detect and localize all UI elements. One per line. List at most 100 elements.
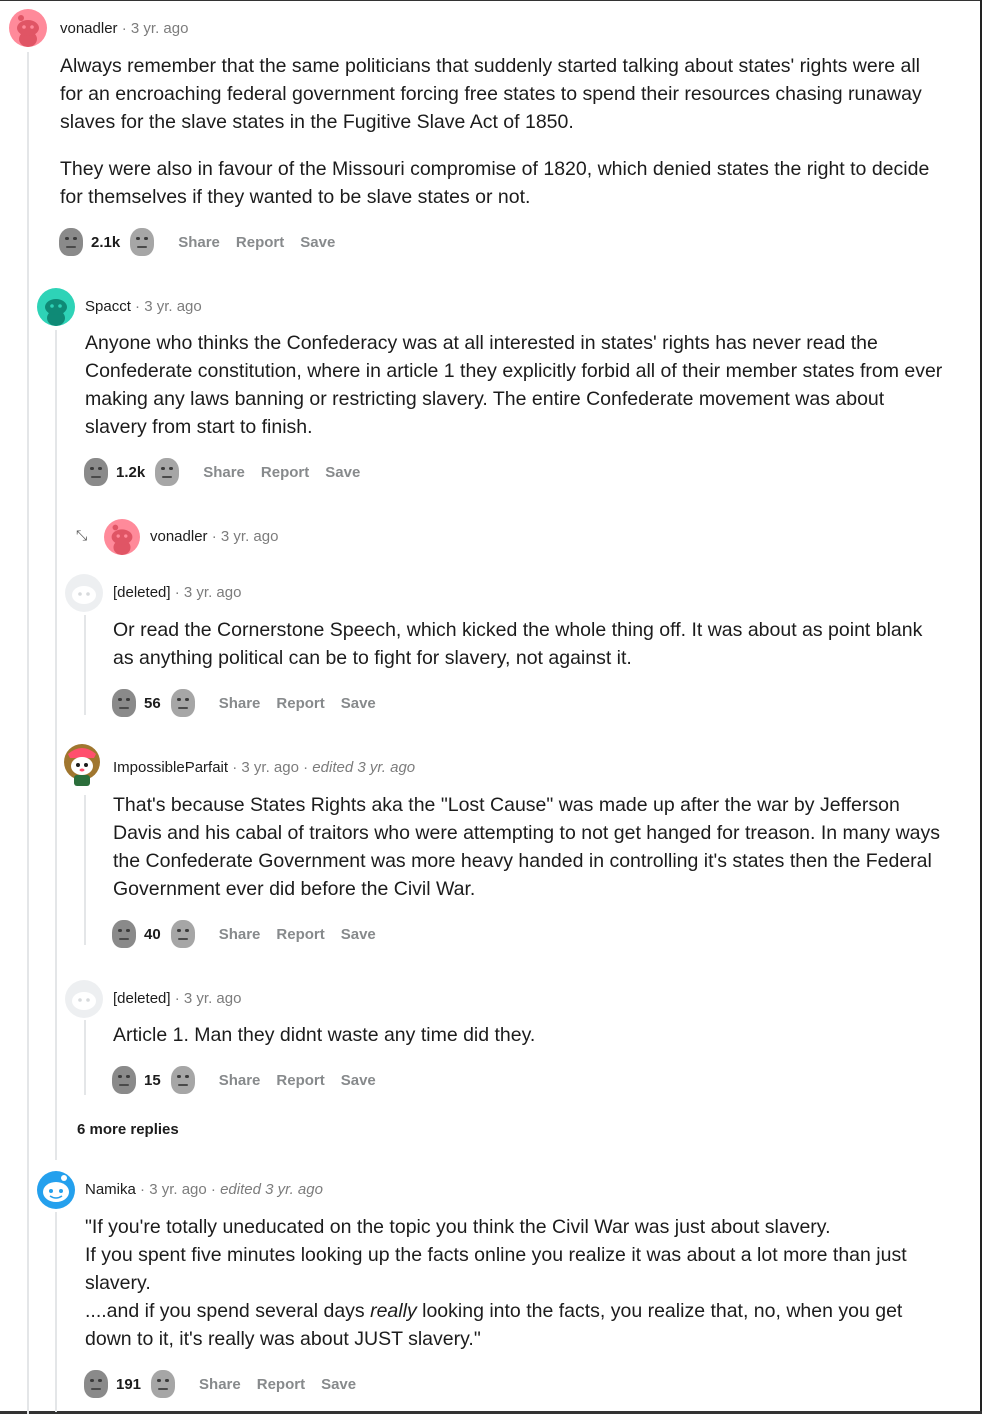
- save-button[interactable]: Save: [341, 695, 376, 712]
- comment-body: Always remember that the same politician…: [60, 52, 940, 211]
- timestamp[interactable]: 3 yr. ago: [144, 298, 202, 315]
- custom-avatar-icon: [64, 744, 100, 786]
- avatar[interactable]: [37, 288, 75, 326]
- vote-score: 191: [116, 1375, 142, 1393]
- separator: ·: [211, 528, 217, 545]
- comment-actions: 56 Share Report Save: [112, 687, 376, 719]
- upvote-face-icon[interactable]: [84, 1370, 108, 1398]
- comment-paragraph: Article 1. Man they didnt waste any time…: [113, 1024, 536, 1046]
- username[interactable]: Namika: [85, 1181, 136, 1198]
- deleted-user-icon: [72, 586, 96, 604]
- comment-meta: Namika · 3 yr. ago · edited 3 yr. ago: [85, 1180, 323, 1200]
- thread-line-namika[interactable]: [55, 1212, 57, 1412]
- report-button[interactable]: Report: [236, 234, 284, 251]
- downvote-face-icon[interactable]: [170, 689, 195, 717]
- downvote-face-icon[interactable]: [130, 228, 155, 256]
- share-button[interactable]: Share: [178, 234, 220, 251]
- downvote-face-icon[interactable]: [170, 1066, 195, 1094]
- save-button[interactable]: Save: [321, 1376, 356, 1393]
- comment-paragraph: Always remember that the same politician…: [60, 55, 922, 133]
- upvote-face-icon[interactable]: [112, 920, 136, 948]
- comment-body: Anyone who thinks the Confederacy was at…: [85, 329, 945, 441]
- username: [deleted]: [113, 584, 171, 601]
- separator: ·: [232, 759, 238, 776]
- share-button[interactable]: Share: [199, 1376, 241, 1393]
- comment-actions: 1.2k Share Report Save: [84, 456, 360, 488]
- vote-score: 40: [144, 925, 161, 943]
- comment-paragraph: Anyone who thinks the Confederacy was at…: [85, 332, 943, 438]
- timestamp[interactable]: 3 yr. ago: [149, 1181, 207, 1198]
- separator: ·: [174, 990, 180, 1007]
- username: [deleted]: [113, 990, 171, 1007]
- save-button[interactable]: Save: [341, 926, 376, 943]
- downvote-face-icon[interactable]: [170, 920, 195, 948]
- avatar[interactable]: [60, 740, 104, 788]
- upvote-face-icon[interactable]: [59, 228, 83, 256]
- username[interactable]: ImpossibleParfait: [113, 759, 228, 776]
- snoo-avatar-icon: [111, 524, 133, 555]
- comment-actions: 15 Share Report Save: [112, 1064, 376, 1096]
- timestamp[interactable]: 3 yr. ago: [131, 20, 189, 37]
- username[interactable]: Spacct: [85, 298, 131, 315]
- share-button[interactable]: Share: [219, 1072, 261, 1089]
- comment-meta: vonadler · 3 yr. ago: [150, 527, 278, 547]
- separator: ·: [140, 1181, 146, 1198]
- report-button[interactable]: Report: [261, 464, 309, 481]
- expand-arrows-icon[interactable]: ⤡: [76, 527, 87, 544]
- edited-label: edited 3 yr. ago: [312, 759, 416, 776]
- share-button[interactable]: Share: [219, 926, 261, 943]
- comment-meta: vonadler · 3 yr. ago: [60, 19, 188, 39]
- thread-line-root[interactable]: [27, 52, 29, 1414]
- save-button[interactable]: Save: [341, 1072, 376, 1089]
- comment-paragraph: They were also in favour of the Missouri…: [60, 158, 930, 208]
- report-button[interactable]: Report: [276, 695, 324, 712]
- report-button[interactable]: Report: [276, 1072, 324, 1089]
- comment-body: Or read the Cornerstone Speech, which ki…: [113, 616, 943, 672]
- save-button[interactable]: Save: [325, 464, 360, 481]
- timestamp[interactable]: 3 yr. ago: [221, 528, 279, 545]
- comment-actions: 2.1k Share Report Save: [59, 226, 335, 258]
- save-button[interactable]: Save: [300, 234, 335, 251]
- upvote-face-icon[interactable]: [84, 458, 108, 486]
- share-button[interactable]: Share: [219, 695, 261, 712]
- more-replies-link[interactable]: 6 more replies: [77, 1121, 179, 1138]
- timestamp[interactable]: 3 yr. ago: [184, 584, 242, 601]
- comment-body: "If you're totally uneducated on the top…: [85, 1213, 945, 1353]
- comment-line: ....and if you spend several days really…: [85, 1297, 945, 1353]
- thread-line-deleted-1[interactable]: [84, 615, 86, 715]
- separator: ·: [121, 20, 127, 37]
- downvote-face-icon[interactable]: [155, 458, 180, 486]
- avatar[interactable]: [104, 519, 140, 555]
- emphasis-text: really: [370, 1300, 417, 1322]
- upvote-face-icon[interactable]: [112, 689, 136, 717]
- username[interactable]: vonadler: [150, 528, 208, 545]
- vote-score: 56: [144, 694, 161, 712]
- snoo-avatar-icon: [45, 299, 67, 326]
- comment-meta: [deleted] · 3 yr. ago: [113, 989, 241, 1009]
- report-button[interactable]: Report: [276, 926, 324, 943]
- timestamp[interactable]: 3 yr. ago: [241, 759, 299, 776]
- vote-score: 2.1k: [91, 233, 121, 251]
- upvote-face-icon[interactable]: [112, 1066, 136, 1094]
- thread-line-deleted-2[interactable]: [84, 1020, 86, 1095]
- avatar[interactable]: [37, 1171, 75, 1209]
- separator: ·: [210, 1181, 216, 1198]
- share-button[interactable]: Share: [203, 464, 245, 481]
- separator: ·: [174, 584, 180, 601]
- comment-line: "If you're totally uneducated on the top…: [85, 1216, 831, 1238]
- comment-line: If you spent five minutes looking up the…: [85, 1244, 907, 1294]
- deleted-user-icon: [72, 992, 96, 1010]
- thread-line-spacct[interactable]: [55, 330, 57, 1160]
- downvote-face-icon[interactable]: [151, 1370, 176, 1398]
- report-button[interactable]: Report: [257, 1376, 305, 1393]
- username[interactable]: vonadler: [60, 20, 118, 37]
- comment-meta: ImpossibleParfait · 3 yr. ago · edited 3…: [113, 758, 415, 778]
- avatar[interactable]: [9, 9, 47, 47]
- snoo-avatar-icon: [17, 15, 39, 47]
- avatar: [65, 980, 103, 1018]
- comment-actions: 191 Share Report Save: [84, 1368, 356, 1400]
- timestamp[interactable]: 3 yr. ago: [184, 990, 242, 1007]
- snoo-avatar-icon: [43, 1175, 69, 1202]
- thread-line-parfait[interactable]: [84, 795, 86, 945]
- comment-meta: [deleted] · 3 yr. ago: [113, 583, 241, 603]
